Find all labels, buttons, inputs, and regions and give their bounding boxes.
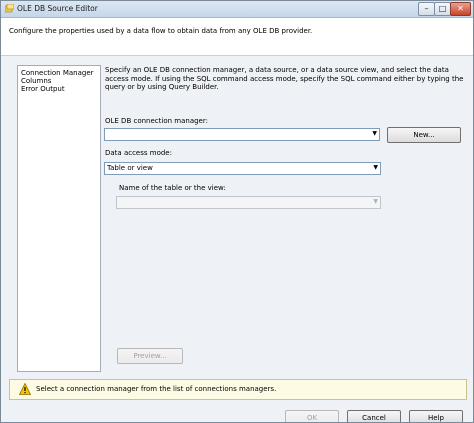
chevron-down-icon: ▼ bbox=[372, 130, 377, 137]
cancel-button[interactable]: Cancel bbox=[347, 410, 401, 422]
close-button[interactable]: ✕ bbox=[450, 2, 471, 16]
ole-db-source-icon bbox=[5, 4, 14, 13]
title-bar[interactable]: OLE DB Source Editor – □ ✕ bbox=[1, 1, 473, 18]
chevron-down-icon: ▼ bbox=[373, 198, 378, 205]
help-button[interactable]: Help bbox=[409, 410, 463, 422]
access-mode-select[interactable]: Table or view ▼ bbox=[104, 162, 381, 175]
section-description: Specify an OLE DB connection manager, a … bbox=[105, 66, 464, 91]
preview-button[interactable]: Preview... bbox=[117, 348, 183, 364]
chevron-down-icon: ▼ bbox=[373, 164, 378, 171]
dialog-window: OLE DB Source Editor – □ ✕ Configure the… bbox=[0, 0, 474, 423]
header-description: Configure the properties used by a data … bbox=[9, 27, 313, 35]
nav-item-connection-manager[interactable]: Connection Manager bbox=[21, 69, 94, 77]
nav-item-error-output[interactable]: Error Output bbox=[21, 85, 65, 93]
table-name-select[interactable]: ▼ bbox=[116, 196, 381, 209]
connection-manager-select[interactable]: ▼ bbox=[104, 128, 380, 141]
nav-item-columns[interactable]: Columns bbox=[21, 77, 51, 85]
warning-icon bbox=[19, 383, 31, 395]
minimize-button[interactable]: – bbox=[418, 2, 435, 16]
access-mode-label: Data access mode: bbox=[105, 149, 172, 157]
window-title: OLE DB Source Editor bbox=[17, 4, 98, 13]
ok-button[interactable]: OK bbox=[285, 410, 339, 422]
new-connection-button[interactable]: New... bbox=[387, 127, 461, 143]
connection-manager-label: OLE DB connection manager: bbox=[105, 117, 208, 125]
table-name-label: Name of the table or the view: bbox=[119, 184, 226, 192]
status-message: Select a connection manager from the lis… bbox=[36, 385, 277, 393]
dialog-header: Configure the properties used by a data … bbox=[1, 18, 473, 56]
navigation-list: Connection Manager Columns Error Output bbox=[17, 65, 101, 372]
status-warning-bar: Select a connection manager from the lis… bbox=[9, 379, 467, 400]
maximize-button[interactable]: □ bbox=[434, 2, 451, 16]
